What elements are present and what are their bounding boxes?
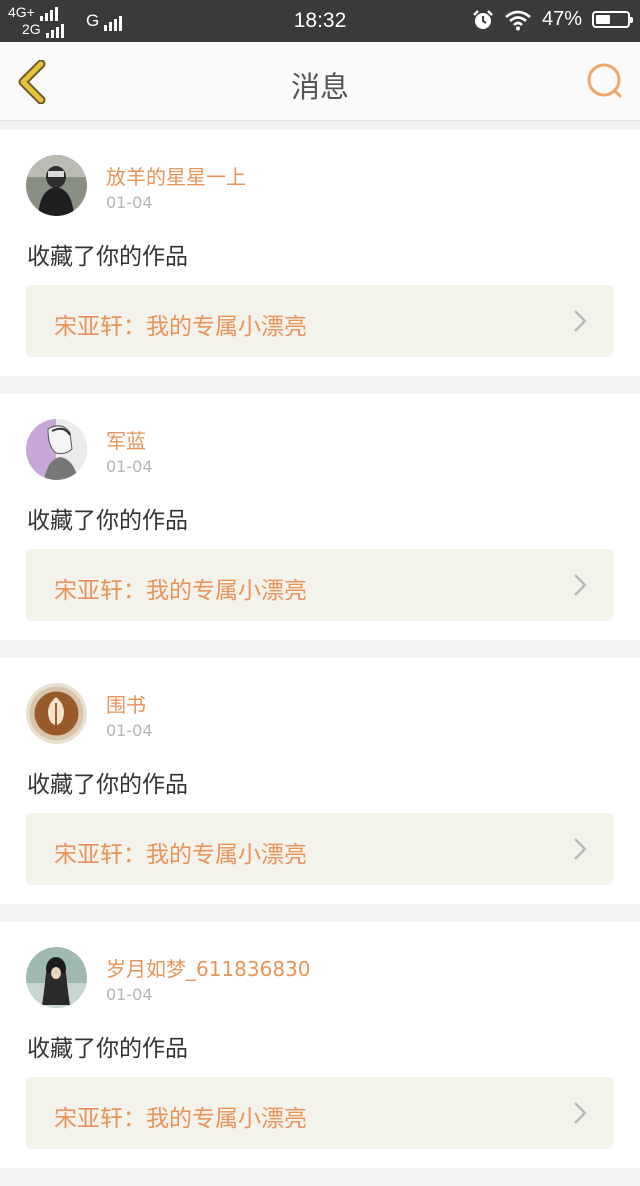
work-title: 宋亚轩：我的专属小漂亮 [54, 578, 307, 604]
message-list: 放羊的星星一上 01-04 收藏了你的作品 宋亚轩：我的专属小漂亮 军蓝 01-… [0, 130, 640, 1186]
work-link[interactable]: 宋亚轩：我的专属小漂亮 [26, 1077, 613, 1149]
username[interactable]: 岁月如梦_611836830 [106, 953, 311, 982]
message-date: 01-04 [106, 457, 153, 476]
avatar[interactable] [26, 683, 87, 744]
avatar[interactable] [26, 419, 87, 480]
chevron-right-icon [574, 574, 587, 596]
username[interactable]: 军蓝 [106, 425, 146, 454]
chevron-right-icon [574, 838, 587, 860]
work-link[interactable]: 宋亚轩：我的专属小漂亮 [26, 285, 613, 357]
work-link[interactable]: 宋亚轩：我的专属小漂亮 [26, 813, 613, 885]
message-date: 01-04 [106, 985, 153, 1004]
username[interactable]: 放羊的星星一上 [106, 161, 246, 190]
battery-percent: 47% [541, 8, 582, 30]
page-title: 消息 [290, 70, 349, 104]
message-card: 岁月如梦_611836830 01-04 收藏了你的作品 宋亚轩：我的专属小漂亮 [0, 922, 640, 1168]
work-link[interactable]: 宋亚轩：我的专属小漂亮 [26, 549, 613, 621]
chevron-right-icon [574, 310, 587, 332]
alarm-icon [473, 9, 493, 29]
chevron-right-icon [574, 1102, 587, 1124]
message-action: 收藏了你的作品 [27, 772, 188, 798]
battery-icon [592, 11, 633, 28]
status-bar: 4G+ 2G G 18:32 47% [0, 0, 640, 42]
message-card: 军蓝 01-04 收藏了你的作品 宋亚轩：我的专属小漂亮 [0, 394, 640, 640]
search-icon[interactable] [586, 62, 624, 100]
work-title: 宋亚轩：我的专属小漂亮 [54, 842, 307, 868]
work-title: 宋亚轩：我的专属小漂亮 [54, 314, 307, 340]
message-card: 放羊的星星一上 01-04 收藏了你的作品 宋亚轩：我的专属小漂亮 [0, 130, 640, 376]
message-card: 围书 01-04 收藏了你的作品 宋亚轩：我的专属小漂亮 [0, 658, 640, 904]
avatar[interactable] [26, 155, 87, 216]
message-date: 01-04 [106, 193, 153, 212]
status-right: 47% [472, 8, 633, 31]
nav-bar: 消息 [0, 42, 640, 121]
message-action: 收藏了你的作品 [27, 244, 188, 270]
username[interactable]: 围书 [106, 689, 146, 718]
avatar[interactable] [26, 947, 87, 1008]
message-date: 01-04 [106, 721, 153, 740]
work-title: 宋亚轩：我的专属小漂亮 [54, 1106, 307, 1132]
message-action: 收藏了你的作品 [27, 1036, 188, 1062]
message-action: 收藏了你的作品 [27, 508, 188, 534]
wifi-icon [505, 10, 531, 30]
